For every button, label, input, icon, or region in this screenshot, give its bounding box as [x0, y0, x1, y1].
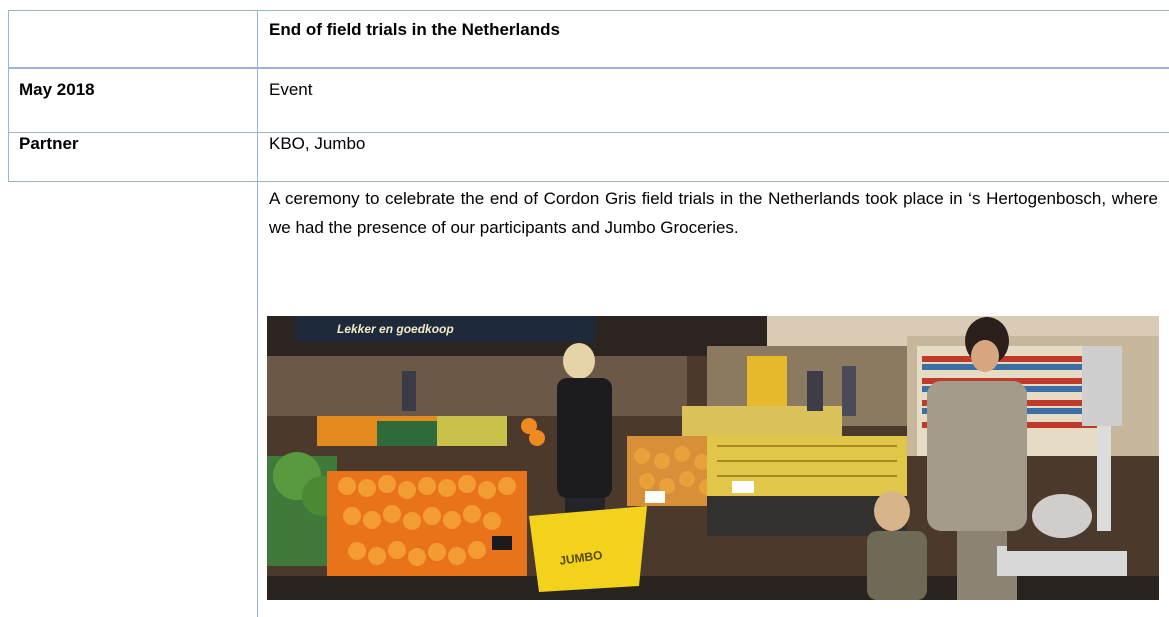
table-top-border [8, 10, 1169, 11]
supermarket-photo: Lekker en goedkoop JUMBO [267, 316, 1159, 600]
row-border-1 [8, 132, 1169, 133]
table-left-border [8, 10, 9, 182]
header-row-border [8, 67, 1169, 69]
type-value: Event [269, 80, 313, 99]
date-label: May 2018 [19, 80, 95, 99]
page-title: End of field trials in the Netherlands [269, 20, 560, 39]
column-divider [257, 10, 258, 617]
row-border-2 [8, 181, 1169, 182]
event-description: A ceremony to celebrate the end of Cordo… [269, 189, 1158, 237]
store-sign-text: Lekker en goedkoop [337, 322, 454, 336]
partner-value: KBO, Jumbo [269, 134, 366, 153]
document-page: End of field trials in the Netherlands M… [0, 0, 1169, 617]
partner-label: Partner [19, 134, 79, 153]
